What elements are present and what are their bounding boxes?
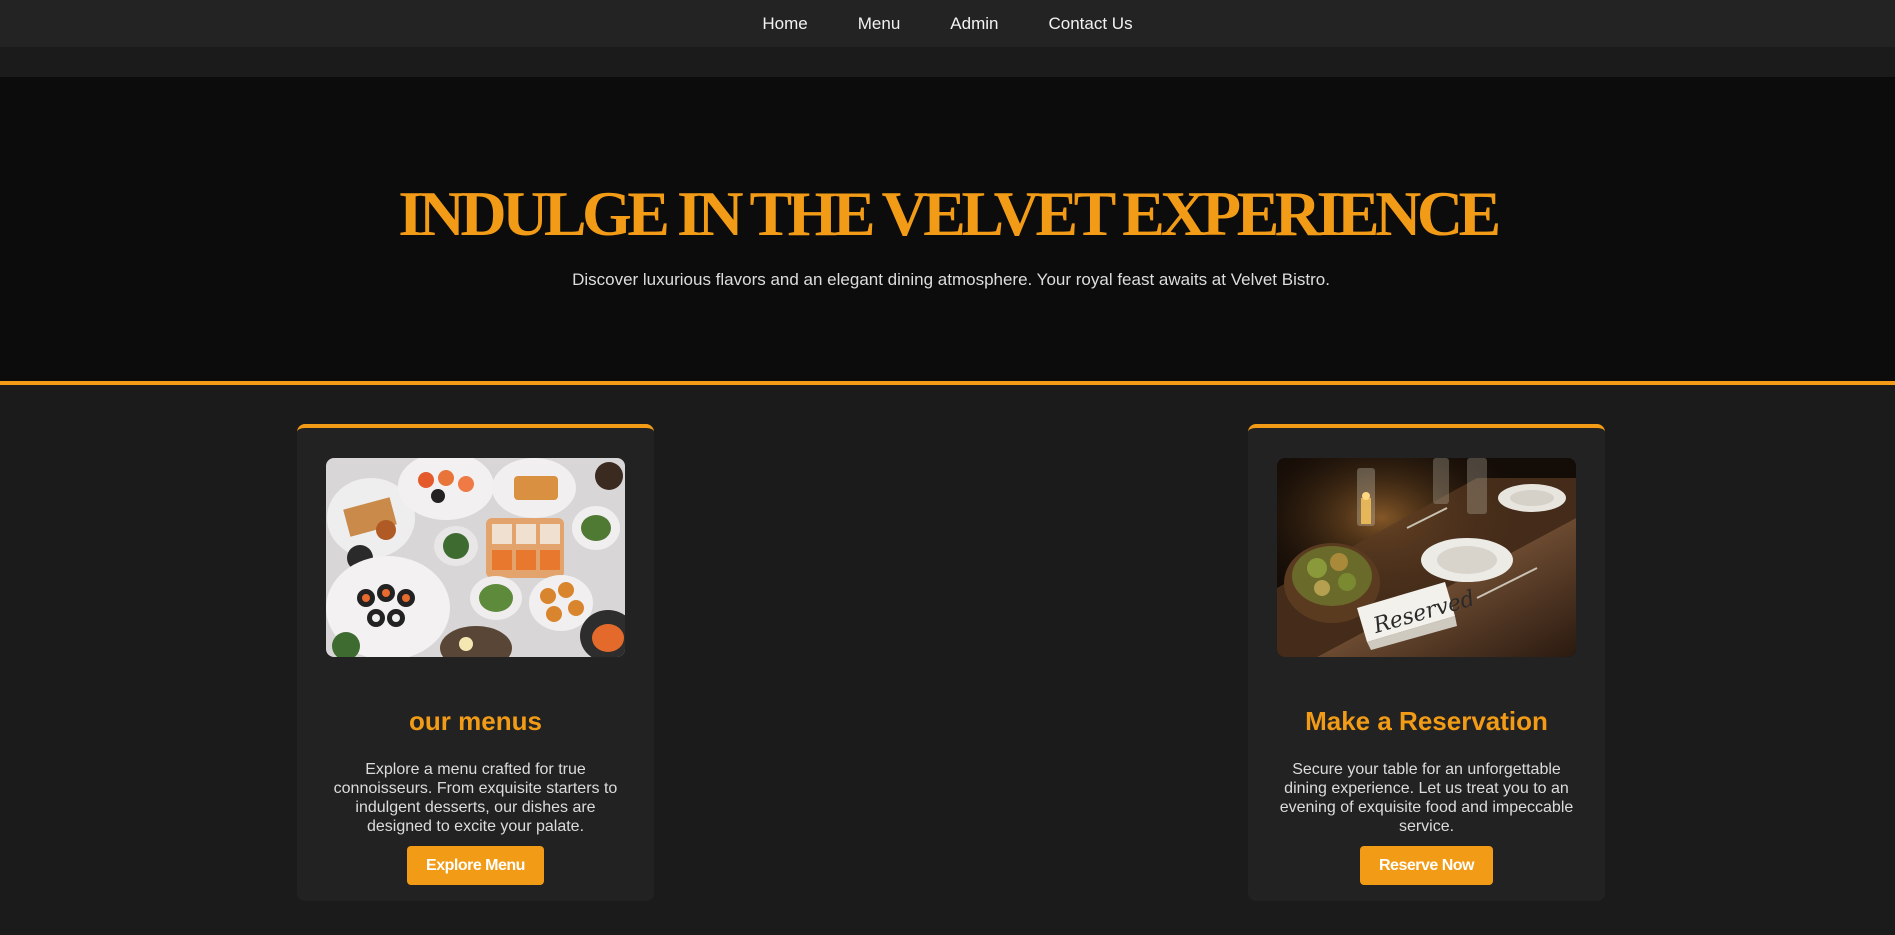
reservation-card-title: Make a Reservation — [1305, 706, 1548, 736]
nav-spacer — [0, 47, 1895, 77]
hero-subtitle: Discover luxurious flavors and an elegan… — [572, 270, 1330, 289]
menus-card: our menus Explore a menu crafted for tru… — [297, 424, 654, 901]
menus-card-title: our menus — [409, 706, 542, 736]
explore-menu-button[interactable]: Explore Menu — [407, 846, 544, 885]
reserve-now-button[interactable]: Reserve Now — [1360, 846, 1493, 885]
hero-divider — [0, 381, 1895, 385]
nav-admin-link[interactable]: Admin — [950, 14, 998, 34]
nav-contact-link[interactable]: Contact Us — [1048, 14, 1132, 34]
food-platter-image — [326, 458, 625, 657]
menus-card-description: Explore a menu crafted for true connoiss… — [333, 761, 618, 835]
reservation-card: Reserved Make a Reservation Secure your … — [1248, 424, 1605, 901]
nav-menu-link[interactable]: Menu — [858, 14, 901, 34]
reserved-table-image: Reserved — [1277, 458, 1576, 657]
reservation-card-description: Secure your table for an unforgettable d… — [1279, 761, 1574, 835]
nav-home-link[interactable]: Home — [762, 14, 807, 34]
hero-title: INDULGE IN THE VELVET EXPERIENCE — [398, 178, 1501, 249]
top-navbar: Home Menu Admin Contact Us — [0, 0, 1895, 47]
